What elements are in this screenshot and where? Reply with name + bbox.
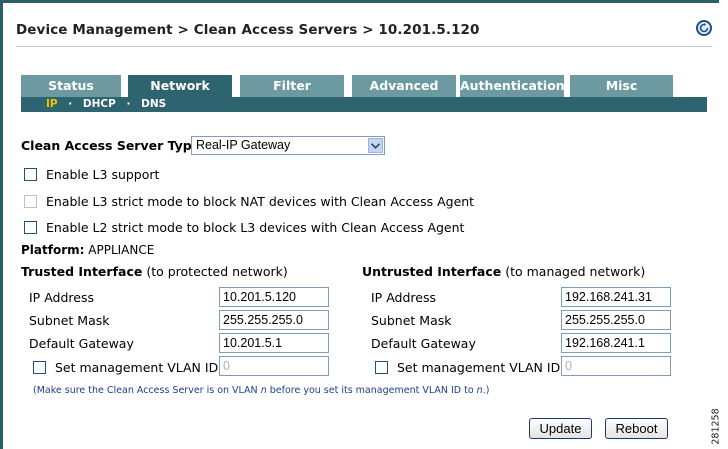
trusted-vlan-label: Set management VLAN ID: — [55, 359, 223, 375]
sub-navigation: IP · DHCP · DNS — [21, 97, 707, 112]
untrusted-mask-input[interactable]: 255.255.255.0 — [561, 310, 671, 330]
trusted-ip-input[interactable]: 10.201.5.120 — [219, 287, 329, 307]
trusted-mask-input[interactable]: 255.255.255.0 — [219, 310, 329, 330]
untrusted-title-text: Untrusted Interface — [362, 264, 502, 279]
trusted-vlan-input: 0 — [219, 356, 329, 376]
page-header: Device Management > Clean Access Servers… — [16, 17, 712, 47]
chevron-down-icon[interactable] — [368, 138, 383, 153]
trusted-vlan-checkbox[interactable] — [33, 360, 46, 374]
untrusted-gateway-input[interactable]: 192.168.241.1 — [561, 333, 671, 353]
untrusted-vlan-input: 0 — [561, 356, 671, 376]
l3-support-label: Enable L3 support — [46, 166, 160, 182]
l3-strict-checkbox — [24, 194, 37, 208]
breadcrumb: Device Management > Clean Access Servers… — [16, 22, 480, 38]
l2-strict-label: Enable L2 strict mode to block L3 device… — [46, 219, 465, 235]
trusted-subtitle-text: (to protected network) — [146, 264, 288, 279]
untrusted-interface-title: Untrusted Interface (to managed network) — [362, 264, 645, 279]
l3-strict-row: Enable L3 strict mode to block NAT devic… — [24, 193, 474, 209]
trusted-title-text: Trusted Interface — [21, 264, 143, 279]
untrusted-gateway-label: Default Gateway — [371, 336, 476, 351]
trusted-ip-label: IP Address — [29, 290, 94, 305]
subnav-dhcp[interactable]: DHCP — [83, 97, 116, 112]
untrusted-vlan-label: Set management VLAN ID: — [397, 359, 565, 375]
l3-strict-label: Enable L3 strict mode to block NAT devic… — [46, 193, 475, 209]
untrusted-vlan-checkbox[interactable] — [375, 360, 388, 374]
tab-misc[interactable]: Misc — [570, 75, 673, 97]
update-button[interactable]: Update — [529, 418, 592, 439]
note-text-1: (Make sure the Clean Access Server is on… — [33, 385, 261, 396]
trusted-gateway-input[interactable]: 10.201.5.1 — [219, 333, 329, 353]
refresh-glyph — [699, 23, 709, 33]
tab-authentication[interactable]: Authentication — [460, 75, 565, 97]
header-divider — [16, 46, 712, 47]
untrusted-ip-label: IP Address — [371, 290, 436, 305]
l2-strict-checkbox[interactable] — [24, 220, 37, 234]
platform-value: APPLIANCE — [88, 243, 155, 257]
l3-support-checkbox[interactable] — [24, 167, 37, 181]
trusted-mask-label: Subnet Mask — [29, 313, 110, 328]
trusted-vlan-row: Set management VLAN ID: — [33, 359, 222, 375]
server-type-label: Clean Access Server Type: — [21, 138, 206, 153]
trusted-interface-title: Trusted Interface (to protected network) — [21, 264, 288, 279]
subnav-separator: · — [126, 98, 131, 110]
figure-id: 281258 — [711, 408, 725, 448]
reboot-button[interactable]: Reboot — [605, 418, 668, 439]
trusted-gateway-label: Default Gateway — [29, 336, 134, 351]
untrusted-vlan-row: Set management VLAN ID: — [375, 359, 564, 375]
platform-label: Platform: — [21, 243, 85, 257]
tab-status[interactable]: Status — [21, 75, 121, 97]
note-text-3: .) — [482, 385, 490, 396]
help-icon[interactable] — [696, 20, 712, 36]
subnav-ip[interactable]: IP — [46, 97, 58, 112]
note-text-2: before you set its management VLAN ID to — [266, 385, 477, 396]
untrusted-ip-input[interactable]: 192.168.241.31 — [561, 287, 671, 307]
platform-info: Platform: APPLIANCE — [21, 243, 154, 257]
tab-bar: Status Network Filter Advanced Authentic… — [21, 75, 707, 97]
tab-network[interactable]: Network — [128, 75, 232, 97]
untrusted-mask-label: Subnet Mask — [371, 313, 452, 328]
figure-id-text: 281258 — [710, 408, 722, 445]
vlan-note: (Make sure the Clean Access Server is on… — [33, 385, 489, 396]
server-type-value: Real-IP Gateway — [196, 138, 291, 152]
l3-support-row: Enable L3 support — [24, 166, 159, 182]
l2-strict-row: Enable L2 strict mode to block L3 device… — [24, 219, 464, 235]
tab-filter[interactable]: Filter — [240, 75, 344, 97]
untrusted-subtitle-text: (to managed network) — [505, 264, 646, 279]
server-type-select[interactable]: Real-IP Gateway — [191, 136, 385, 155]
tab-advanced[interactable]: Advanced — [352, 75, 456, 97]
subnav-separator: · — [68, 98, 73, 110]
page-frame: Device Management > Clean Access Servers… — [0, 0, 719, 449]
subnav-dns[interactable]: DNS — [141, 97, 166, 112]
